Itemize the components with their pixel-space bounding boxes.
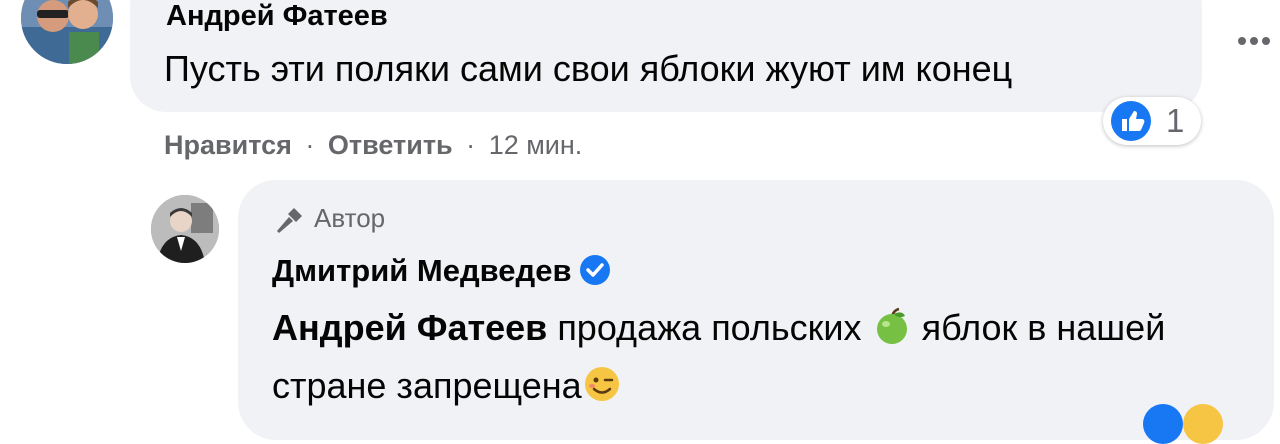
like-action[interactable]: Нравится — [164, 130, 292, 160]
reply-author-line: Дмитрий Медведев — [272, 252, 610, 290]
reaction-count: 1 — [1166, 102, 1185, 139]
more-icon — [1238, 37, 1246, 45]
like-icon — [1143, 404, 1183, 444]
more-icon — [1262, 37, 1270, 45]
reply-text-part1: продажа польских — [557, 307, 862, 348]
reply-action[interactable]: Ответить — [328, 130, 453, 160]
comment-text: Пусть эти поляки сами свои яблоки жуют и… — [164, 48, 1013, 89]
comment-timestamp[interactable]: 12 мин. — [489, 130, 583, 160]
reply-author-name[interactable]: Дмитрий Медведев — [272, 253, 572, 288]
winking-face-icon — [582, 364, 622, 418]
comment-author-name[interactable]: Андрей Фатеев — [166, 0, 388, 34]
more-icon — [1250, 37, 1258, 45]
mention-link[interactable]: Андрей Фатеев — [272, 307, 547, 348]
reply-author-avatar[interactable] — [151, 195, 219, 263]
author-badge-label: Автор — [314, 203, 386, 233]
separator: · — [466, 130, 476, 160]
reply-text: Андрей Фатеев продажа польских яблок в н… — [272, 302, 1232, 418]
author-badge: Автор — [272, 200, 385, 236]
comment-actions: Нравится · Ответить · 12 мин. — [164, 128, 582, 162]
more-options-button[interactable] — [1232, 28, 1276, 54]
verified-icon — [579, 255, 610, 285]
green-apple-icon — [872, 306, 912, 360]
like-icon — [1111, 101, 1151, 141]
microphone-icon — [277, 208, 302, 234]
haha-icon — [1183, 404, 1223, 444]
separator: · — [305, 130, 315, 160]
commenter-avatar[interactable] — [21, 0, 113, 64]
